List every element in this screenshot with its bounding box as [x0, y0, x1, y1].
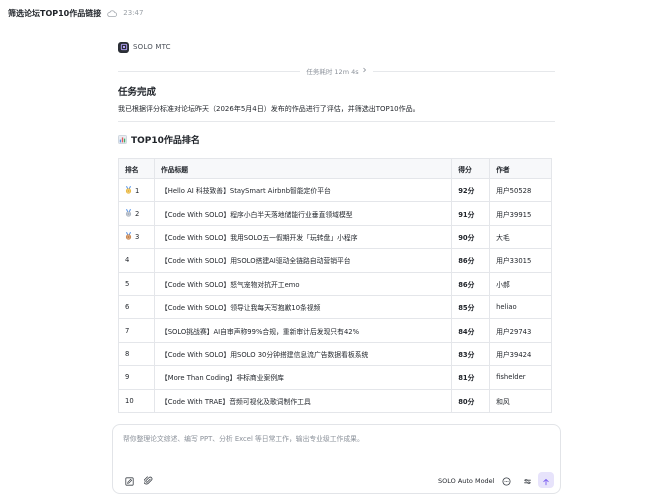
- cloud-icon: [107, 9, 118, 17]
- ranking-table: 排名 作品标题 得分 作者 1 【Hello AI 科技致善】StaySmart…: [118, 158, 552, 413]
- author-cell: heliao: [489, 294, 552, 320]
- agent-header: SOLO MTC: [118, 40, 555, 54]
- rank-cell: 10: [118, 388, 155, 413]
- title-cell: 【SOLO挑战赛】AI自审声称99%合规，重新审计后发现只有42%: [153, 318, 453, 343]
- chevron-right-icon: [362, 67, 367, 75]
- edit-icon[interactable]: [123, 475, 135, 487]
- section-title: TOP10作品排名: [131, 135, 200, 146]
- table-row: 8 【Code With SOLO】用SOLO 30分钟搭建信息流广告数据看板系…: [118, 341, 552, 367]
- top-bar: 筛选论坛TOP10作品链接 23:47: [0, 0, 663, 26]
- gold-medal-icon: [125, 185, 132, 194]
- task-description: 我已根据评分标准对论坛昨天（2026年5月4日）发布的作品进行了评估，并筛选出T…: [118, 105, 420, 113]
- author-cell: 和风: [489, 388, 552, 413]
- conversation-title: 筛选论坛TOP10作品链接: [8, 8, 102, 18]
- author-cell: 用户29743: [489, 318, 552, 343]
- table-row: 3 【Code With SOLO】我用SOLO五一假期开发「玩转盘」小程序 9…: [118, 224, 552, 250]
- task-duration-toggle[interactable]: 任务耗时 12m 4s: [300, 66, 373, 76]
- message-content: SOLO MTC 任务耗时 12m 4s 任务完成 我已根据评分标准对论坛昨天（…: [118, 40, 555, 413]
- table-header-row: 排名 作品标题 得分 作者: [118, 158, 552, 179]
- bronze-medal-icon: [125, 232, 132, 241]
- title-cell: 【Code With TRAE】音频可视化及歌词制作工具: [153, 388, 453, 413]
- title-cell: 【Code With SOLO】用SOLO搭建AI驱动全链路自动营销平台: [153, 248, 453, 273]
- score-cell: 84分: [451, 318, 491, 343]
- table-row: 2 【Code With SOLO】程序小白半天落地储能行业垂直领域模型 91分…: [118, 201, 552, 226]
- title-cell: 【Code With SOLO】怒气宠物对抗开工emo: [153, 271, 453, 296]
- task-title: 任务完成: [118, 87, 157, 98]
- rank-cell: 1: [118, 177, 155, 203]
- author-cell: 用户33015: [489, 248, 552, 273]
- rank-cell: 2: [118, 201, 155, 226]
- solo-logo-icon: [118, 41, 129, 53]
- author-cell: 用户39915: [489, 201, 552, 226]
- title-cell: 【Code With SOLO】用SOLO 30分钟搭建信息流广告数据看板系统: [153, 341, 453, 367]
- author-cell: 用户39424: [489, 341, 552, 367]
- score-cell: 91分: [451, 201, 491, 226]
- score-cell: 80分: [451, 388, 491, 413]
- section-heading: TOP10作品排名: [118, 132, 555, 146]
- table-row: 10 【Code With TRAE】音频可视化及歌词制作工具 80分 和风: [118, 388, 552, 413]
- bar-chart-icon: [118, 134, 127, 144]
- score-cell: 86分: [451, 248, 491, 273]
- settings-icon[interactable]: [521, 475, 533, 487]
- send-button[interactable]: [538, 472, 554, 488]
- rank-cell: 5: [118, 271, 155, 296]
- table-row: 4 【Code With SOLO】用SOLO搭建AI驱动全链路自动营销平台 8…: [118, 248, 552, 273]
- rank-cell: 9: [118, 365, 155, 390]
- rank-cell: 7: [118, 318, 155, 343]
- divider: [118, 121, 555, 122]
- table-row: 1 【Hello AI 科技致善】StaySmart Airbnb智能定价平台 …: [118, 177, 552, 203]
- table-row: 9 【More Than Coding】非标商业案例库 81分 fishelde…: [118, 365, 552, 390]
- rank-cell: 3: [118, 224, 155, 250]
- title-cell: 【More Than Coding】非标商业案例库: [153, 365, 453, 390]
- score-cell: 85分: [451, 294, 491, 320]
- author-cell: 小郝: [489, 271, 552, 296]
- header-author: 作者: [489, 158, 552, 179]
- composer: SOLO Auto Model: [112, 424, 561, 494]
- timestamp: 23:47: [123, 9, 144, 17]
- model-selector[interactable]: SOLO Auto Model: [438, 475, 495, 487]
- author-cell: 用户50528: [489, 177, 552, 203]
- rank-cell: 6: [118, 294, 155, 320]
- score-cell: 92分: [451, 177, 491, 203]
- score-cell: 83分: [451, 341, 491, 367]
- header-title: 作品标题: [153, 158, 453, 179]
- author-cell: 大毛: [489, 224, 552, 250]
- silver-medal-icon: [125, 209, 132, 217]
- rank-cell: 8: [118, 341, 155, 367]
- header-score: 得分: [451, 158, 491, 179]
- author-cell: fishelder: [489, 365, 552, 390]
- task-duration-label: 任务耗时 12m 4s: [306, 68, 359, 76]
- send-icon: [542, 471, 550, 490]
- rank-cell: 4: [118, 248, 155, 273]
- title-cell: 【Code With SOLO】程序小白半天落地储能行业垂直领域模型: [153, 201, 453, 226]
- chat-icon[interactable]: [500, 475, 512, 487]
- title-cell: 【Code With SOLO】领导让我每天写抱歉10条视频: [153, 294, 453, 320]
- score-cell: 90分: [451, 224, 491, 250]
- table-row: 5 【Code With SOLO】怒气宠物对抗开工emo 86分 小郝: [118, 271, 552, 296]
- table-row: 6 【Code With SOLO】领导让我每天写抱歉10条视频 85分 hel…: [118, 294, 552, 320]
- task-duration-divider[interactable]: 任务耗时 12m 4s: [118, 65, 555, 77]
- attach-icon[interactable]: [142, 475, 154, 487]
- prompt-input[interactable]: [121, 431, 551, 451]
- score-cell: 86分: [451, 271, 491, 296]
- agent-name: SOLO MTC: [133, 43, 171, 51]
- score-cell: 81分: [451, 365, 491, 390]
- title-cell: 【Hello AI 科技致善】StaySmart Airbnb智能定价平台: [153, 177, 453, 203]
- title-cell: 【Code With SOLO】我用SOLO五一假期开发「玩转盘」小程序: [153, 224, 453, 250]
- header-rank: 排名: [118, 158, 155, 179]
- table-row: 7 【SOLO挑战赛】AI自审声称99%合规，重新审计后发现只有42% 84分 …: [118, 318, 552, 343]
